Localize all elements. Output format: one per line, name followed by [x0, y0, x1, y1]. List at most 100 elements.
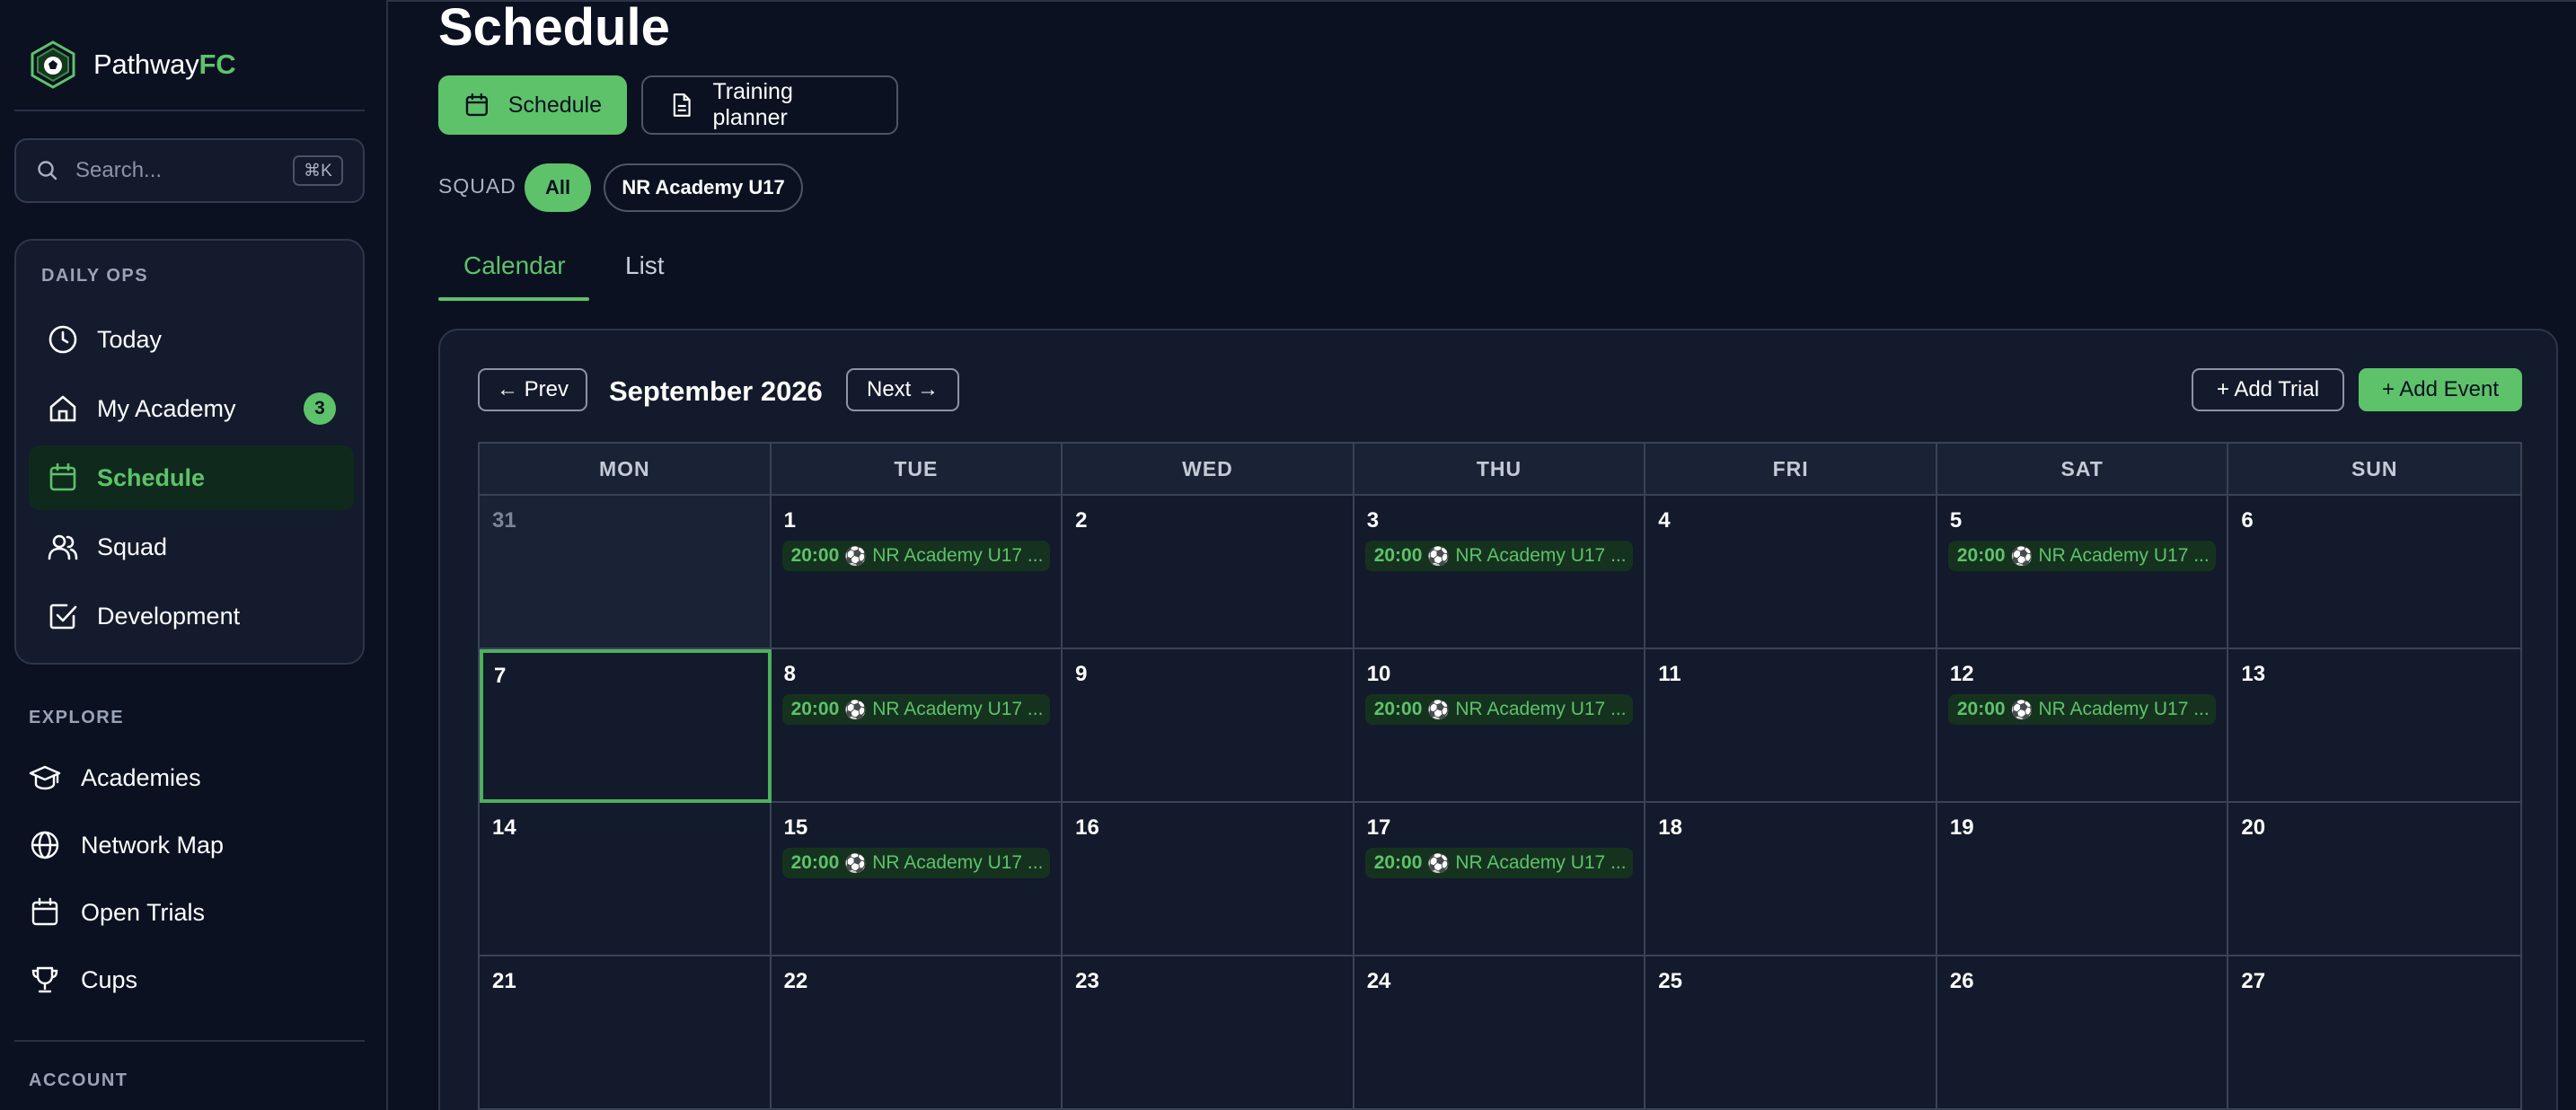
soccer-ball-icon: ⚽ [844, 546, 868, 567]
calendar-icon [49, 462, 76, 491]
add-trial-button[interactable]: + Add Trial [2192, 368, 2344, 411]
calendar-day-cell[interactable]: 16 [1063, 803, 1354, 956]
calendar-day-cell[interactable]: 24 [1354, 956, 1646, 1110]
sidebar-item-network-map[interactable]: Network Map [29, 824, 224, 867]
calendar-day-cell[interactable]: 10 20:00 ⚽ NR Academy U17 ... [1354, 649, 1646, 803]
calendar-day-cell[interactable]: 31 [480, 496, 772, 649]
sidebar-item-label: Schedule [97, 463, 206, 491]
sidebar-divider [14, 110, 365, 111]
tab-list[interactable]: List [625, 251, 665, 280]
sidebar-item-development[interactable]: Development [29, 584, 354, 648]
calendar-day-cell[interactable]: 18 [1645, 803, 1937, 956]
day-number: 15 [783, 815, 808, 840]
trophy-icon [31, 966, 58, 993]
day-number: 4 [1658, 508, 1671, 533]
calendar-day-cell[interactable]: 17 20:00 ⚽ NR Academy U17 ... [1354, 803, 1646, 956]
calendar-day-cell[interactable]: 14 [480, 803, 772, 956]
add-event-button[interactable]: + Add Event [2359, 368, 2522, 411]
day-number: 17 [1366, 815, 1391, 840]
soccer-ball-icon: ⚽ [2010, 546, 2033, 567]
soccer-ball-icon: ⚽ [844, 700, 868, 720]
day-number: 26 [1949, 969, 1974, 993]
calendar-day-cell[interactable]: 22 [771, 956, 1063, 1110]
brand-logo[interactable]: PathwayFC [29, 40, 236, 90]
calendar-event[interactable]: 20:00 ⚽ NR Academy U17 ... [781, 694, 1050, 725]
day-number: 1 [783, 508, 796, 533]
calendar-day-cell[interactable]: 9 [1063, 649, 1354, 803]
sidebar-item-my-academy[interactable]: My Academy 3 [29, 376, 354, 441]
calendar-day-cell[interactable]: 20 [2228, 803, 2520, 956]
squad-chip-all[interactable]: All [525, 163, 591, 212]
daily-ops-label: DAILY OPS [41, 266, 149, 286]
soccer-ball-icon: ⚽ [1427, 853, 1451, 874]
event-time: 20:00 [1373, 852, 1423, 873]
calendar-event[interactable]: 20:00 ⚽ NR Academy U17 ... [781, 541, 1050, 571]
squad-chip-nr-academy-u17[interactable]: NR Academy U17 [604, 163, 803, 212]
sidebar-item-cups[interactable]: Cups [29, 958, 137, 1001]
clock-icon [49, 325, 77, 354]
calendar-event[interactable]: 20:00 ⚽ NR Academy U17 ... [1364, 541, 1633, 571]
tab-calendar[interactable]: Calendar [463, 251, 566, 280]
event-time: 20:00 [1956, 699, 2006, 719]
day-number: 31 [492, 508, 516, 533]
calendar-day-cell[interactable]: 11 [1645, 649, 1937, 803]
sidebar-item-label: My Academy [97, 394, 236, 422]
sidebar-item-schedule[interactable]: Schedule [29, 445, 354, 510]
event-title: NR Academy U17 ... [2038, 699, 2210, 719]
day-number: 18 [1658, 815, 1682, 840]
sidebar-item-open-trials[interactable]: Open Trials [29, 891, 205, 934]
weekday-mon: MON [480, 444, 772, 494]
day-number: 27 [2241, 969, 2266, 993]
active-tab-indicator [438, 297, 589, 301]
calendar-event[interactable]: 20:00 ⚽ NR Academy U17 ... [1364, 694, 1633, 725]
calendar-event[interactable]: 20:00 ⚽ NR Academy U17 ... [1947, 694, 2216, 725]
calendar-day-cell[interactable]: 25 [1645, 956, 1937, 1110]
calendar-day-cell[interactable]: 8 20:00 ⚽ NR Academy U17 ... [771, 649, 1063, 803]
calendar-day-cell[interactable]: 23 [1063, 956, 1354, 1110]
sidebar-item-squad[interactable]: Squad [29, 515, 354, 579]
schedule-view-button[interactable]: Schedule [438, 75, 627, 135]
calendar-event[interactable]: 20:00 ⚽ NR Academy U17 ... [781, 848, 1050, 878]
calendar-day-cell[interactable]: 26 [1936, 956, 2229, 1110]
sidebar-item-label: Squad [97, 533, 168, 560]
calendar-day-cell-today[interactable]: 7 [480, 649, 772, 803]
training-planner-label: Training planner [712, 79, 793, 130]
sidebar-item-label: Academies [81, 763, 201, 791]
weekday-wed: WED [1063, 444, 1354, 494]
sidebar-item-label: Today [97, 325, 163, 353]
squad-filter-label: SQUAD [438, 174, 516, 198]
calendar-day-cell[interactable]: 5 20:00 ⚽ NR Academy U17 ... [1936, 496, 2229, 649]
calendar-day-cell[interactable]: 21 [480, 956, 772, 1110]
calendar-day-cell[interactable]: 1 20:00 ⚽ NR Academy U17 ... [771, 496, 1063, 649]
calendar-day-cell[interactable]: 2 [1063, 496, 1354, 649]
calendar-day-cell[interactable]: 12 20:00 ⚽ NR Academy U17 ... [1936, 649, 2229, 803]
event-time: 20:00 [790, 545, 840, 566]
sidebar-item-today[interactable]: Today [29, 307, 354, 372]
day-number: 14 [492, 815, 516, 840]
weekday-tue: TUE [772, 444, 1063, 494]
sidebar-item-academies[interactable]: Academies [29, 756, 201, 799]
sidebar-item-label: Network Map [81, 831, 225, 859]
next-month-button[interactable]: Next → [846, 368, 959, 411]
day-number: 9 [1075, 662, 1088, 686]
main-content: Schedule Schedule Training planner SQUAD… [390, 0, 2576, 1110]
calendar-event[interactable]: 20:00 ⚽ NR Academy U17 ... [1364, 848, 1633, 878]
soccer-ball-icon: ⚽ [2010, 700, 2033, 720]
day-number: 19 [1949, 815, 1974, 840]
calendar-day-cell[interactable]: 19 [1936, 803, 2229, 956]
calendar-day-cell[interactable]: 13 [2228, 649, 2520, 803]
day-number: 2 [1075, 508, 1088, 533]
prev-month-button[interactable]: ← Prev [478, 368, 587, 411]
calendar-day-cell[interactable]: 6 [2228, 496, 2520, 649]
calendar-event[interactable]: 20:00 ⚽ NR Academy U17 ... [1947, 541, 2216, 571]
day-number: 11 [1658, 662, 1681, 686]
calendar-day-cell[interactable]: 3 20:00 ⚽ NR Academy U17 ... [1354, 496, 1646, 649]
calendar-day-cell[interactable]: 4 [1645, 496, 1937, 649]
search-box[interactable]: Search... ⌘K [14, 138, 365, 203]
calendar-day-cell[interactable]: 27 [2228, 956, 2520, 1110]
weekday-sun: SUN [2351, 456, 2398, 480]
search-icon [38, 161, 57, 181]
calendar-day-cell[interactable]: 15 20:00 ⚽ NR Academy U17 ... [771, 803, 1063, 956]
day-number: 16 [1075, 815, 1099, 840]
training-planner-button[interactable]: Training planner [641, 75, 898, 135]
